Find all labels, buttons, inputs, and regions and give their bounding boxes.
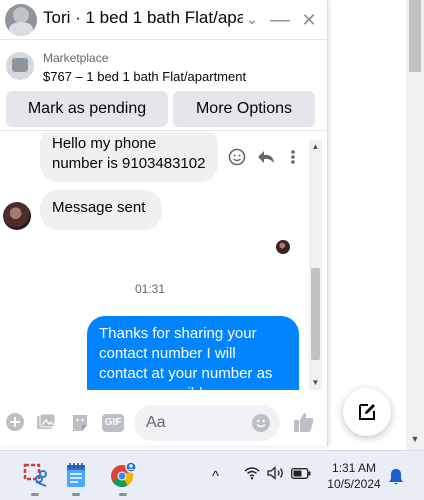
message-input-placeholder: Aa [146, 414, 166, 431]
marketplace-panel: Marketplace $767 – 1 bed 1 bath Flat/apa… [0, 41, 328, 131]
new-message-button[interactable] [343, 388, 391, 436]
volume-icon[interactable] [267, 466, 285, 480]
chat-header[interactable]: Tori · 1 bed 1 bath Flat/apa... ⌄ — ✕ [0, 0, 328, 40]
sender-avatar[interactable] [3, 202, 31, 230]
mark-as-pending-button[interactable]: Mark as pending [6, 91, 168, 127]
chrome-icon [111, 461, 137, 487]
taskbar-clock[interactable]: 1:31 AM 10/5/2024 [322, 460, 386, 492]
compose-icon [359, 404, 375, 420]
more-icon[interactable] [289, 149, 297, 165]
scrollbar-thumb[interactable] [311, 268, 320, 360]
app-running-indicator [119, 493, 127, 496]
message-input[interactable]: Aa [134, 405, 280, 441]
seen-indicator-avatar [276, 240, 290, 254]
app-running-indicator [72, 493, 80, 496]
chevron-down-icon[interactable]: ⌄ [240, 8, 264, 32]
chrome-app[interactable] [108, 460, 138, 496]
message-bubble-outgoing[interactable]: Thanks for sharing your contact number I… [87, 316, 299, 390]
snip-icon [23, 463, 47, 487]
listing-avatar[interactable] [5, 4, 37, 36]
notepad-icon [67, 463, 85, 487]
app-running-indicator [31, 493, 39, 496]
like-icon[interactable] [293, 411, 315, 433]
emoji-icon[interactable] [228, 148, 246, 166]
scroll-up-arrow[interactable]: ▲ [309, 142, 322, 151]
battery-icon[interactable] [291, 468, 311, 479]
windows-taskbar: ^ 1:31 AM 10/5/2024 [0, 450, 424, 500]
emoji-icon[interactable] [252, 414, 270, 432]
message-list: Hello my phone number is 9103483102 Mess… [0, 132, 320, 390]
photo-icon[interactable] [36, 413, 56, 431]
chat-window: Tori · 1 bed 1 bath Flat/apa... ⌄ — ✕ Ma… [0, 0, 328, 446]
clock-date: 10/5/2024 [327, 477, 381, 491]
plus-icon[interactable] [6, 413, 24, 431]
snipping-tool-app[interactable] [20, 460, 50, 496]
message-timestamp: 01:31 [134, 282, 166, 296]
wifi-icon[interactable] [244, 466, 260, 480]
page-scrollbar[interactable]: ▼ [406, 0, 424, 450]
minimize-icon[interactable]: — [268, 8, 292, 32]
gif-icon[interactable]: GIF [102, 414, 124, 432]
reply-icon[interactable] [256, 148, 276, 166]
listing-title[interactable]: $767 – 1 bed 1 bath Flat/apartment [43, 69, 246, 84]
page-scrollbar-thumb[interactable] [409, 0, 421, 72]
notification-bell-icon[interactable] [388, 468, 404, 486]
marketplace-label: Marketplace [43, 51, 109, 65]
message-bubble-incoming[interactable]: Hello my phone number is 9103483102 [40, 132, 218, 182]
clock-time: 1:31 AM [331, 461, 377, 475]
tray-overflow-chevron[interactable]: ^ [212, 468, 219, 485]
notepad-app[interactable] [61, 460, 91, 496]
more-options-button[interactable]: More Options [173, 91, 315, 127]
message-scrollbar[interactable]: ▲ ▼ [309, 140, 322, 390]
message-bubble-incoming[interactable]: Message sent [40, 190, 162, 230]
listing-thumbnail[interactable] [6, 52, 34, 80]
message-composer: GIF Aa [0, 400, 328, 446]
scroll-down-arrow[interactable]: ▼ [309, 378, 322, 387]
page-scroll-down-arrow[interactable]: ▼ [406, 434, 424, 444]
sticker-icon[interactable] [70, 413, 90, 433]
chat-title[interactable]: Tori · 1 bed 1 bath Flat/apa... [43, 8, 243, 28]
close-icon[interactable]: ✕ [297, 8, 321, 32]
